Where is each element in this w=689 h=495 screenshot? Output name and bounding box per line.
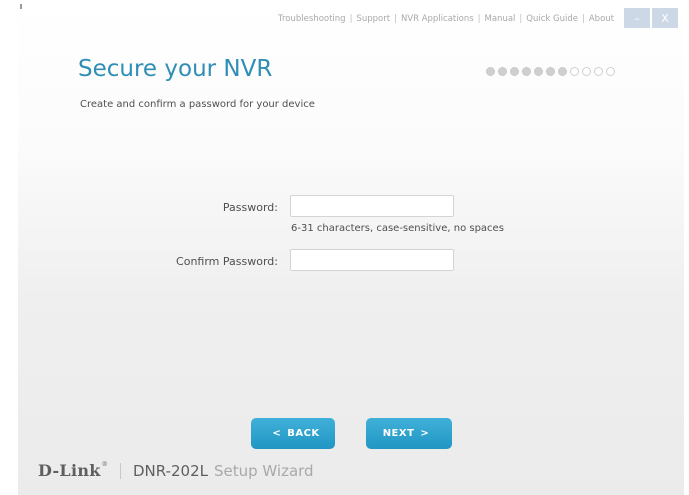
about-link[interactable]: About (589, 14, 614, 24)
nav-separator: | (394, 14, 397, 24)
close-button[interactable]: X (652, 8, 678, 28)
confirm-password-label: Confirm Password: (176, 255, 278, 268)
brand-divider (119, 462, 121, 479)
back-arrow-icon: < (272, 428, 282, 439)
minimize-button[interactable]: – (624, 8, 650, 28)
manual-link[interactable]: Manual (485, 14, 516, 24)
step-progress-indicator (486, 67, 618, 76)
wizard-name: Setup Wizard (213, 461, 314, 480)
step-dot-filled (534, 67, 543, 76)
next-button[interactable]: NEXT > (366, 418, 452, 449)
step-dot-filled (558, 67, 567, 76)
top-nav: Troubleshooting | Support | NVR Applications… (278, 14, 614, 24)
window-controls: – X (624, 8, 678, 28)
nav-separator: | (581, 14, 585, 24)
back-button-label: BACK (287, 428, 320, 439)
nav-separator: | (349, 14, 353, 24)
step-dot-filled (510, 67, 519, 76)
dlink-logo: D-Link® (38, 461, 108, 480)
close-icon: X (661, 11, 669, 25)
next-button-label: NEXT (382, 428, 415, 439)
page-title: Secure your NVR (78, 56, 273, 82)
next-arrow-icon: > (420, 428, 430, 439)
model-name: DNR-202L (132, 461, 208, 480)
nav-separator: | (519, 14, 523, 24)
step-dot-filled (546, 67, 555, 76)
quick-guide-link[interactable]: Quick Guide (526, 14, 578, 24)
support-link[interactable]: Support (356, 14, 390, 24)
password-label: Password: (222, 201, 278, 214)
registered-mark: ® (101, 461, 108, 468)
step-dot-empty (594, 67, 603, 76)
back-button[interactable]: < BACK (251, 418, 335, 449)
setup-wizard-window: Troubleshooting | Support | NVR Applications… (18, 0, 684, 495)
troubleshooting-link[interactable]: Troubleshooting (278, 14, 346, 24)
logo-text: D-Link (38, 461, 101, 480)
nvr-applications-link[interactable]: NVR Applications (401, 14, 474, 24)
password-input[interactable] (290, 195, 454, 217)
page-subtitle: Create and confirm a password for your d… (80, 99, 315, 110)
password-hint: 6-31 characters, case-sensitive, no spac… (291, 223, 504, 234)
step-dot-filled (498, 67, 507, 76)
step-dot-empty (582, 67, 591, 76)
confirm-password-input[interactable] (290, 249, 454, 271)
window-corner-mark (20, 4, 22, 9)
footer-brand: D-Link® DNR-202L Setup Wizard (38, 461, 314, 480)
nav-separator: | (477, 14, 481, 24)
step-dot-empty (606, 67, 615, 76)
step-dot-empty (570, 67, 579, 76)
step-dot-filled (486, 67, 495, 76)
step-dot-filled (522, 67, 531, 76)
minimize-icon: – (634, 11, 640, 25)
